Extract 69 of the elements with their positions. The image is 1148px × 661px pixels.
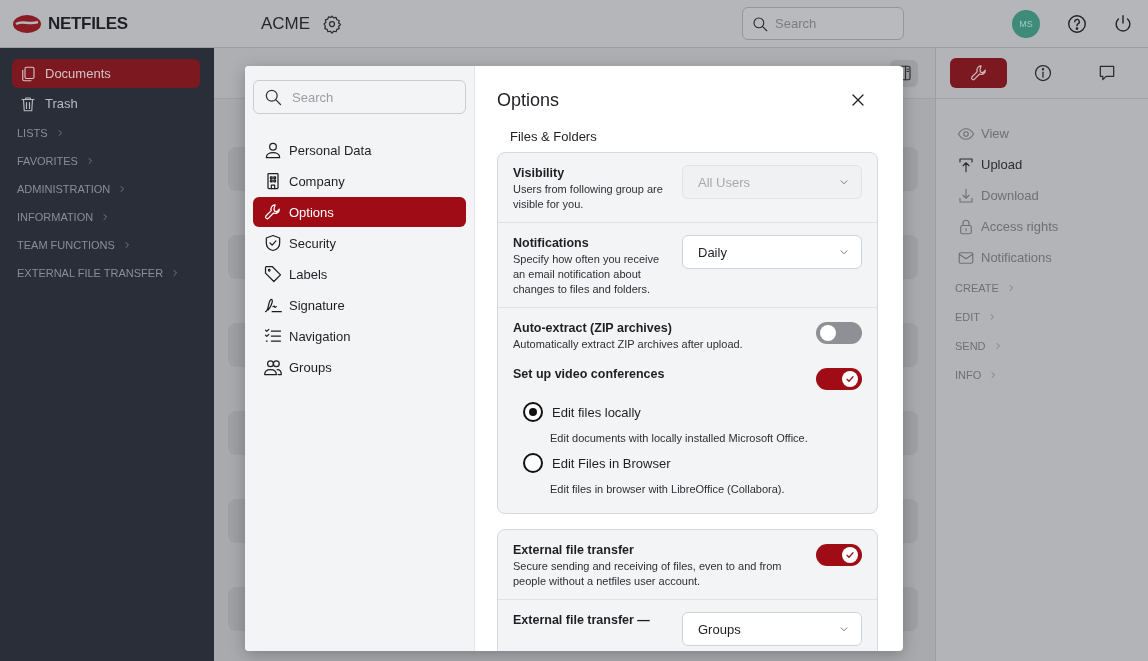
settings-button[interactable] [322, 13, 343, 34]
nav-item[interactable]: Labels [253, 259, 466, 289]
setting-title: Set up video conferences [513, 366, 665, 383]
panel-section[interactable]: SEND [955, 331, 1148, 360]
setting-description: Secure sending and receiving of files, even to and from people without a netfiles user account. [513, 559, 783, 589]
option-description: Edit documents with locally installed Microsoft Office. [550, 432, 809, 444]
setting-title: Visibility [513, 165, 566, 182]
settings-icon [322, 13, 343, 34]
setting-title: Auto-extract (ZIP archives) [513, 320, 673, 337]
search-field[interactable]: Search [742, 7, 904, 40]
wrench-icon [968, 63, 989, 83]
person-icon [263, 140, 283, 160]
user-avatar[interactable]: MS [1012, 9, 1040, 38]
sidebar-section[interactable]: TEAM FUNCTIONS [12, 231, 200, 259]
radio-button[interactable] [523, 453, 543, 473]
dialog-title: Options [497, 89, 560, 111]
toggle-switch[interactable] [816, 322, 862, 344]
documents-icon [19, 64, 37, 83]
section-heading: Files & Folders [510, 129, 598, 144]
sidebar-section[interactable]: INFORMATION [12, 203, 200, 231]
nav-item[interactable]: Options [253, 197, 466, 227]
sidebar-section[interactable]: LISTS [12, 119, 200, 147]
dropdown[interactable]: Daily [682, 235, 862, 269]
check-icon [844, 549, 856, 561]
radio-button[interactable] [523, 402, 543, 422]
logo-icon [12, 13, 42, 34]
setting-title: External file transfer — [513, 612, 650, 629]
help-icon [1066, 12, 1088, 35]
panel-section[interactable]: CREATE [955, 273, 1148, 302]
nav-item[interactable]: Signature [253, 290, 466, 320]
sidebar-item[interactable]: Trash [12, 89, 200, 118]
search-field[interactable]: Search [253, 80, 466, 114]
shield-icon [263, 233, 283, 253]
action-item[interactable]: Upload [957, 149, 1148, 180]
upload-icon [957, 155, 975, 174]
info-icon [1032, 63, 1053, 83]
panel-section[interactable]: EDIT [955, 302, 1148, 331]
toggle-switch[interactable] [816, 544, 862, 566]
help-button[interactable] [1066, 12, 1088, 35]
people-icon [263, 357, 283, 377]
workspace-name: ACME [261, 13, 311, 34]
setting-description: Automatically extract ZIP archives after upload. [513, 337, 743, 352]
wrench-icon [263, 202, 283, 222]
setting-title: Notifications [513, 235, 590, 252]
dropdown[interactable]: Groups [682, 612, 862, 646]
sidebar-section[interactable]: EXTERNAL FILE TRANSFER [12, 259, 200, 287]
lock-icon [957, 217, 975, 236]
nav-item[interactable]: Company [253, 166, 466, 196]
sidebar-item[interactable]: Documents [12, 59, 200, 88]
check-icon [844, 373, 856, 385]
option-description: Edit files in browser with LibreOffice (Collabora). [550, 483, 786, 495]
download-icon [957, 186, 975, 205]
panel-section[interactable]: INFO [955, 360, 1148, 389]
toggle-switch[interactable] [816, 368, 862, 390]
setting-title: External file transfer [513, 542, 635, 559]
nav-item[interactable]: Personal Data [253, 135, 466, 165]
setting-description: Specify how often you receive an email notification about changes to files and folders. [513, 252, 661, 297]
sidebar-section[interactable]: FAVORITES [12, 147, 200, 175]
tag-icon [263, 264, 283, 284]
trash-icon [19, 94, 37, 113]
option-label: Edit files locally [552, 404, 641, 420]
panel-tab[interactable] [950, 58, 1007, 88]
nav-item[interactable]: Security [253, 228, 466, 258]
nav-item[interactable]: Groups [253, 352, 466, 382]
setting-description: Users from following group are visible for you. [513, 182, 664, 212]
option-label: Edit Files in Browser [552, 455, 671, 471]
nav-item[interactable]: Navigation [253, 321, 466, 351]
brand-name: NETFILES [48, 13, 128, 34]
sidebar-section[interactable]: ADMINISTRATION [12, 175, 200, 203]
